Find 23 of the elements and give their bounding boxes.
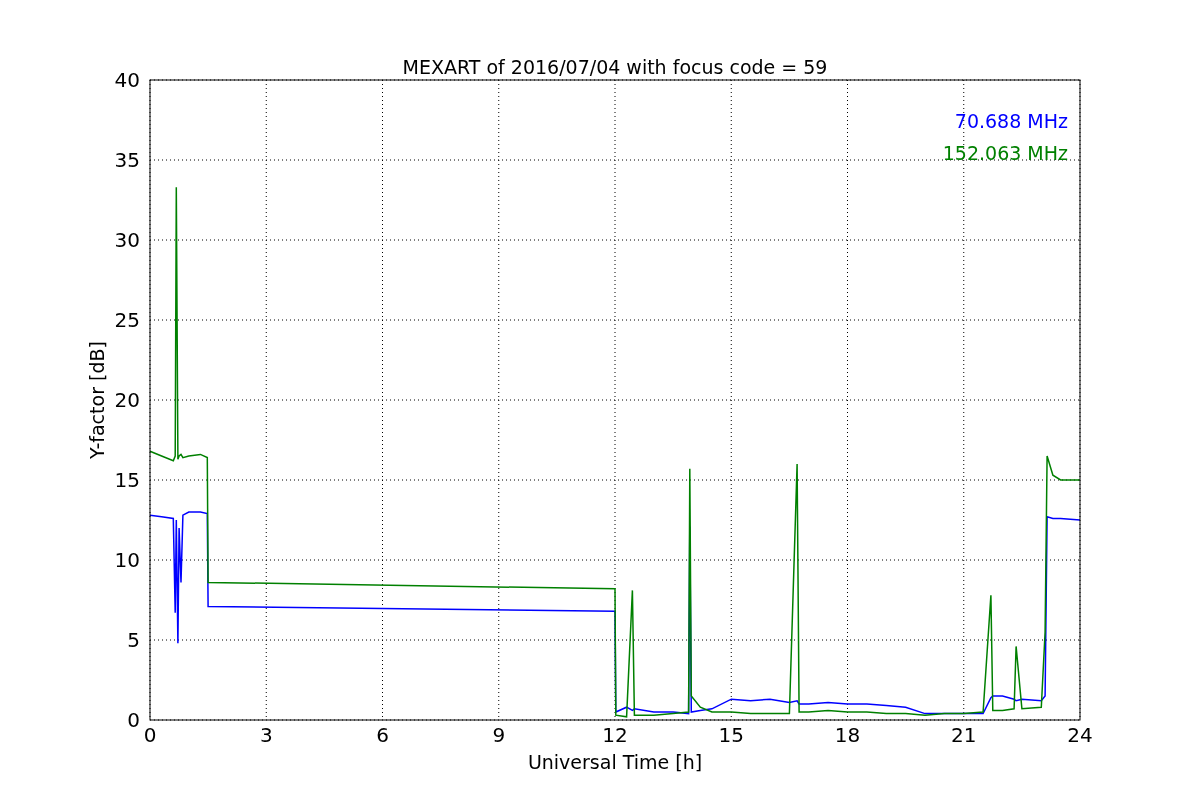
tick-label: 10	[114, 548, 140, 572]
chart-title: MEXART of 2016/07/04 with focus code = 59	[402, 56, 828, 78]
tick-label: 40	[114, 68, 140, 92]
tick-label: 15	[718, 723, 744, 747]
tick-label: 24	[1067, 723, 1093, 747]
legend-label: 70.688 MHz	[954, 110, 1068, 132]
tick-label: 18	[834, 723, 861, 747]
tick-label: 9	[492, 723, 506, 747]
tick-label: 25	[114, 308, 140, 332]
tick-label: 6	[376, 723, 389, 747]
tick-label: 0	[127, 708, 140, 732]
tick-label: 3	[259, 723, 273, 747]
tick-label: 12	[602, 723, 628, 747]
tick-label: 0	[143, 723, 157, 747]
tick-label: 5	[127, 628, 140, 652]
tick-label: 35	[114, 148, 140, 172]
axis-label: Universal Time [h]	[527, 751, 703, 773]
axis-label: Y-factor [dB]	[86, 341, 108, 459]
legend-label: 152.063 MHz	[942, 142, 1068, 164]
tick-label: 21	[951, 723, 977, 747]
tick-label: 30	[114, 228, 140, 252]
tick-label: 20	[114, 388, 140, 412]
tick-label: 15	[114, 468, 140, 492]
